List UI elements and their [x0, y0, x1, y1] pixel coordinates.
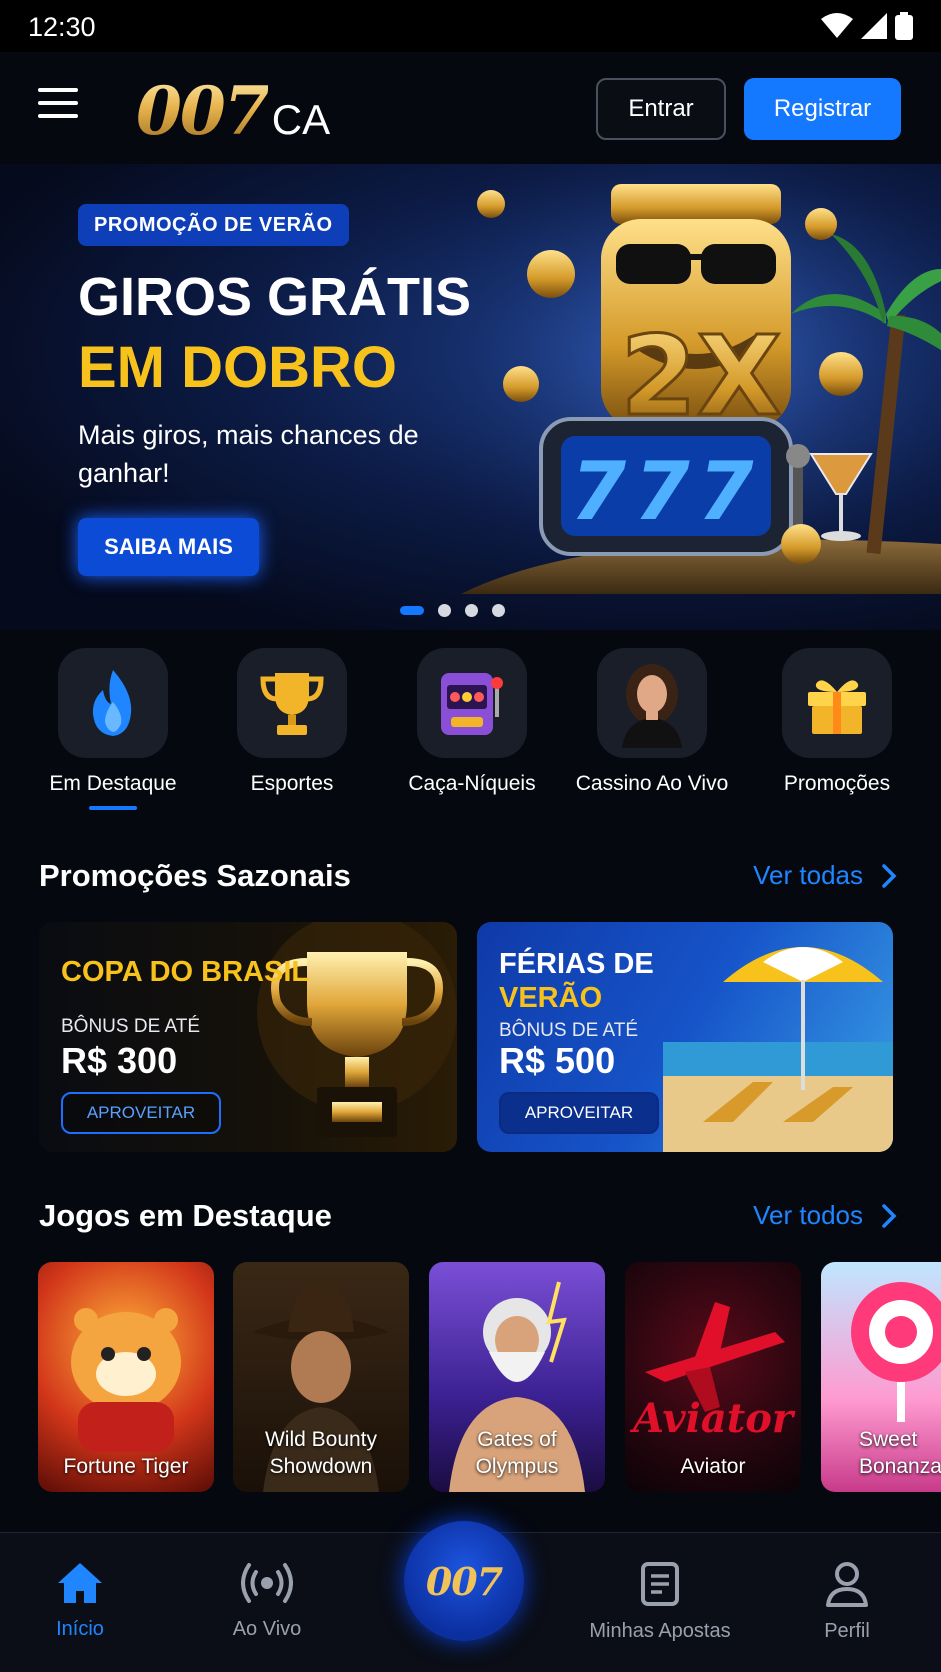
signal-icon	[861, 13, 887, 39]
see-all-label: Ver todos	[753, 1200, 863, 1230]
game-title: Sweet Bonanza	[859, 1428, 941, 1478]
claim-button[interactable]: APROVEITAR	[61, 1092, 221, 1134]
nav-center-logo: 007	[425, 1558, 503, 1604]
hero-title: GIROS GRÁTIS	[78, 267, 472, 327]
carousel-dot-4[interactable]	[492, 604, 505, 617]
category-live-casino[interactable]: Cassino Ao Vivo	[562, 648, 742, 796]
promo-card-ferias-de-verao[interactable]: FÉRIAS DE VERÃO BÔNUS DE ATÉ R$ 500 APRO…	[477, 922, 893, 1152]
category-bar: Em Destaque Esportes Caça-Níqueis Cassin…	[0, 648, 941, 818]
game-tile-gates-of-olympus[interactable]: Gates of Olympus	[429, 1262, 605, 1492]
game-title: Aviator	[680, 1455, 746, 1478]
login-button[interactable]: Entrar	[596, 78, 726, 140]
nav-label: Início	[56, 1618, 104, 1640]
nav-label: Perfil	[824, 1620, 870, 1642]
app-header: 007 CA Entrar Registrar	[0, 52, 941, 164]
game-title: Gates of Olympus	[475, 1428, 559, 1478]
see-all-promotions-link[interactable]: Ver todas	[753, 860, 897, 891]
category-sports[interactable]: Esportes	[202, 648, 382, 796]
promo-title-highlight: VERÃO	[499, 982, 603, 1014]
game-tile-aviator[interactable]: Aviator Aviator	[625, 1262, 801, 1492]
carousel-dot-3[interactable]	[465, 604, 478, 617]
category-promotions[interactable]: Promoções	[747, 648, 927, 796]
category-featured[interactable]: Em Destaque	[23, 648, 203, 810]
nav-live[interactable]: Ao Vivo	[187, 1561, 347, 1641]
flame-icon	[92, 670, 132, 736]
promo-bonus-label: BÔNUS DE ATÉ	[499, 1020, 639, 1041]
chevron-right-icon	[882, 863, 897, 888]
game-tile-wild-bounty-showdown[interactable]: Wild Bounty Showdown	[233, 1262, 409, 1492]
carousel-dot-1[interactable]	[400, 606, 424, 615]
see-all-label: Ver todas	[753, 860, 863, 890]
gift-icon	[808, 680, 866, 734]
bottom-navigation: Início Ao Vivo 007 Minhas Apostas Perfil	[0, 1521, 941, 1672]
tiki-slot-machine-illustration: 2X 777	[401, 164, 941, 594]
category-label: Em Destaque	[49, 772, 177, 795]
learn-more-button[interactable]: SAIBA MAIS	[78, 518, 259, 576]
active-indicator	[89, 806, 137, 810]
nav-profile[interactable]: Perfil	[767, 1561, 927, 1643]
seasonal-promotions-title: Promoções Sazonais	[39, 858, 351, 893]
promo-badge: PROMOÇÃO DE VERÃO	[78, 204, 349, 246]
hamburger-menu-icon[interactable]	[38, 88, 78, 124]
game-tile-fortune-tiger[interactable]: Fortune Tiger	[38, 1262, 214, 1492]
promo-amount: R$ 500	[499, 1040, 616, 1081]
nav-label: Ao Vivo	[232, 1618, 302, 1640]
register-button[interactable]: Registrar	[744, 78, 901, 140]
category-label: Promoções	[783, 772, 891, 795]
status-bar: 12:30	[0, 0, 941, 52]
promo-title: FÉRIAS DE	[499, 948, 654, 980]
carousel-dots	[400, 604, 505, 617]
logo[interactable]: 007 CA	[136, 72, 330, 150]
wifi-icon	[821, 13, 853, 38]
hero-title-highlight: EM DOBRO	[78, 335, 397, 400]
battery-icon	[895, 12, 913, 40]
promo-card-copa-do-brasil[interactable]: COPA DO BRASIL BÔNUS DE ATÉ R$ 300 APROV…	[39, 922, 457, 1152]
home-icon	[58, 1563, 102, 1603]
live-dealer-icon	[622, 664, 682, 748]
status-time: 12:30	[28, 12, 96, 42]
hero-banner[interactable]: 2X 777 PROMOÇÃO DE VERÃO GIROS GRÁTIS EM…	[0, 164, 941, 630]
logo-main: 007	[136, 72, 270, 150]
promo-title: COPA DO BRASIL	[61, 956, 310, 988]
user-icon	[826, 1562, 868, 1607]
featured-games-title: Jogos em Destaque	[39, 1198, 332, 1233]
game-tile-sweet-bonanza[interactable]: Sweet Bonanza	[821, 1262, 941, 1492]
carousel-dot-2[interactable]	[438, 604, 451, 617]
category-label: Cassino Ao Vivo	[575, 772, 729, 795]
category-label: Esportes	[250, 772, 334, 795]
nav-my-bets[interactable]: Minhas Apostas	[580, 1561, 740, 1643]
nav-label: Minhas Apostas	[589, 1620, 731, 1642]
bet-slip-icon	[641, 1562, 679, 1606]
promo-amount: R$ 300	[61, 1040, 178, 1081]
see-all-games-link[interactable]: Ver todos	[753, 1200, 897, 1231]
status-icons	[821, 12, 913, 40]
nav-home[interactable]: Início	[0, 1561, 160, 1641]
logo-sub: CA	[271, 96, 331, 143]
category-slots[interactable]: Caça-Níqueis	[382, 648, 562, 796]
slot-machine-icon	[441, 673, 503, 735]
reels-text: 777	[571, 445, 762, 538]
broadcast-icon	[241, 1563, 293, 1603]
claim-button[interactable]: APROVEITAR	[499, 1092, 659, 1134]
chevron-right-icon	[882, 1203, 897, 1228]
game-title: Wild Bounty Showdown	[264, 1428, 378, 1478]
nav-center-logo-button[interactable]: 007	[404, 1521, 524, 1641]
trophy-icon	[260, 673, 324, 735]
svg-text:Aviator: Aviator	[629, 1395, 796, 1442]
promo-bonus-label: BÔNUS DE ATÉ	[61, 1016, 201, 1037]
hero-subtitle: Mais giros, mais chances de ganhar!	[78, 420, 419, 488]
game-title: Fortune Tiger	[63, 1455, 189, 1478]
beach-illustration	[663, 947, 893, 1152]
category-label: Caça-Níqueis	[408, 772, 536, 795]
